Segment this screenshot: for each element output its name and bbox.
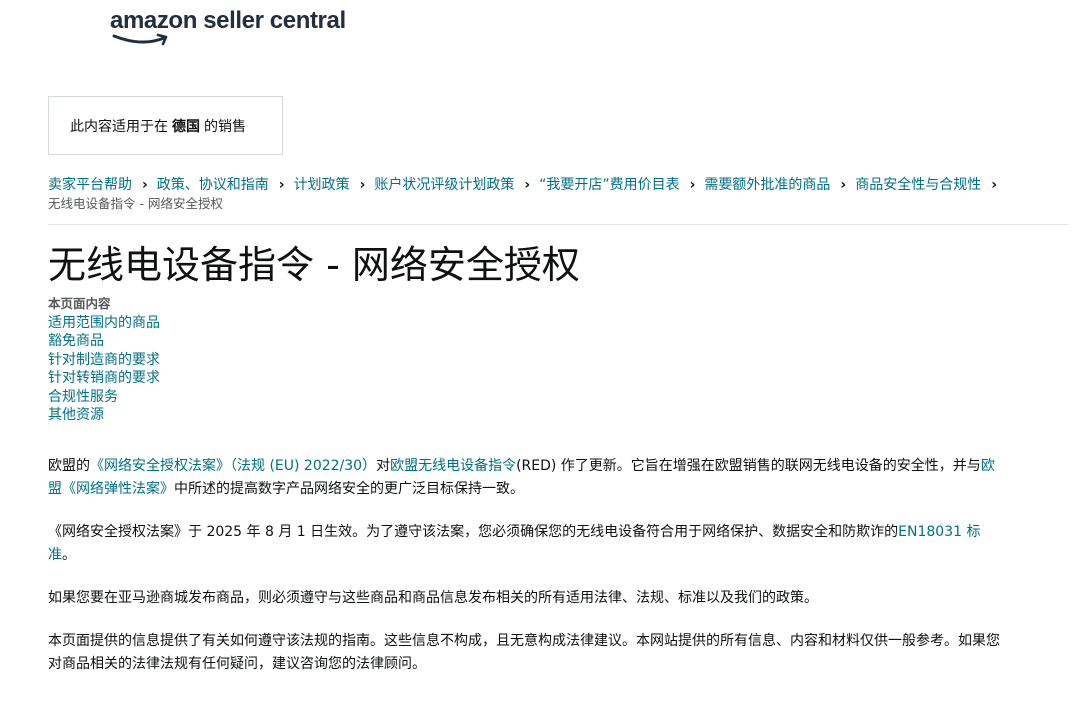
marketplace-notice: 此内容适用于在 德国 的销售 <box>48 96 283 155</box>
toc-heading: 本页面内容 <box>48 296 111 311</box>
breadcrumb: 卖家平台帮助 › 政策、协议和指南 › 计划政策 › 账户状况评级计划政策 › … <box>48 174 1068 212</box>
amazon-smile-icon <box>112 33 168 46</box>
cybersecurity-act-link[interactable]: 《网络安全授权法案》（法规 (EU) 2022/30） <box>90 458 376 474</box>
text: 《网络安全授权法案》于 2025 年 8 月 1 日生效。为了遵守该法案，您必须… <box>48 524 899 540</box>
radio-equipment-directive-link[interactable]: 欧盟无线电设备指令 <box>390 458 516 474</box>
breadcrumb-row: 卖家平台帮助 › 政策、协议和指南 › 计划政策 › 账户状况评级计划政策 › … <box>48 174 1068 196</box>
breadcrumb-current: 无线电设备指令 - 网络安全授权 <box>48 196 223 211</box>
chevron-right-icon: › <box>991 177 997 193</box>
toc-item-compliance-services[interactable]: 合规性服务 <box>48 388 160 407</box>
text: 欧盟的 <box>48 458 90 474</box>
breadcrumb-item-fee-schedule[interactable]: “我要开店”费用价目表 <box>539 174 680 196</box>
text: (RED) 作了更新。它旨在增强在欧盟销售的联网无线电设备的安全性，并与 <box>516 458 981 474</box>
toc-item-exempt-products[interactable]: 豁免商品 <box>48 332 160 351</box>
toc-item-other-resources[interactable]: 其他资源 <box>48 406 160 425</box>
breadcrumb-item-approval-required[interactable]: 需要额外批准的商品 <box>704 174 830 196</box>
chevron-right-icon: › <box>524 177 531 193</box>
toc-item-manufacturer-requirements[interactable]: 针对制造商的要求 <box>48 351 160 370</box>
text: 中所述的提高数字产品网络安全的更广泛目标保持一致。 <box>174 481 524 497</box>
toc-item-reseller-requirements[interactable]: 针对转销商的要求 <box>48 369 160 388</box>
paragraph-effective-date: 《网络安全授权法案》于 2025 年 8 月 1 日生效。为了遵守该法案，您必须… <box>48 521 1003 567</box>
chevron-right-icon: › <box>278 177 285 193</box>
chevron-right-icon: › <box>689 177 696 193</box>
page-title: 无线电设备指令 - 网络安全授权 <box>48 243 580 287</box>
chevron-right-icon: › <box>840 177 847 193</box>
table-of-contents: 本页面内容 适用范围内的商品 豁免商品 针对制造商的要求 针对转销商的要求 合规… <box>48 295 160 425</box>
notice-prefix: 此内容适用于在 <box>70 118 168 135</box>
breadcrumb-item-policies[interactable]: 政策、协议和指南 <box>157 174 269 196</box>
paragraph-intro: 欧盟的《网络安全授权法案》（法规 (EU) 2022/30）对欧盟无线电设备指令… <box>48 455 1003 501</box>
notice-country: 德国 <box>172 118 200 135</box>
chevron-right-icon: › <box>359 177 366 193</box>
toc-item-in-scope-products[interactable]: 适用范围内的商品 <box>48 314 160 333</box>
breadcrumb-divider <box>48 224 1068 225</box>
text: 对 <box>376 458 391 474</box>
article-body: 欧盟的《网络安全授权法案》（法规 (EU) 2022/30）对欧盟无线电设备指令… <box>48 455 1003 696</box>
text: 。 <box>62 547 76 563</box>
breadcrumb-item-seller-help[interactable]: 卖家平台帮助 <box>48 174 132 196</box>
breadcrumb-item-program-policies[interactable]: 计划政策 <box>294 174 350 196</box>
chevron-right-icon: › <box>142 177 148 193</box>
paragraph-compliance: 如果您要在亚马逊商城发布商品，则必须遵守与这些商品和商品信息发布相关的所有适用法… <box>48 590 818 606</box>
breadcrumb-item-product-safety[interactable]: 商品安全性与合规性 <box>855 174 981 196</box>
notice-suffix: 的销售 <box>204 118 246 135</box>
breadcrumb-item-account-health[interactable]: 账户状况评级计划政策 <box>374 174 514 196</box>
amazon-seller-central-logo[interactable]: amazon seller central <box>110 6 350 48</box>
paragraph-disclaimer: 本页面提供的信息提供了有关如何遵守该法规的指南。这些信息不构成，且无意构成法律建… <box>48 633 1000 672</box>
